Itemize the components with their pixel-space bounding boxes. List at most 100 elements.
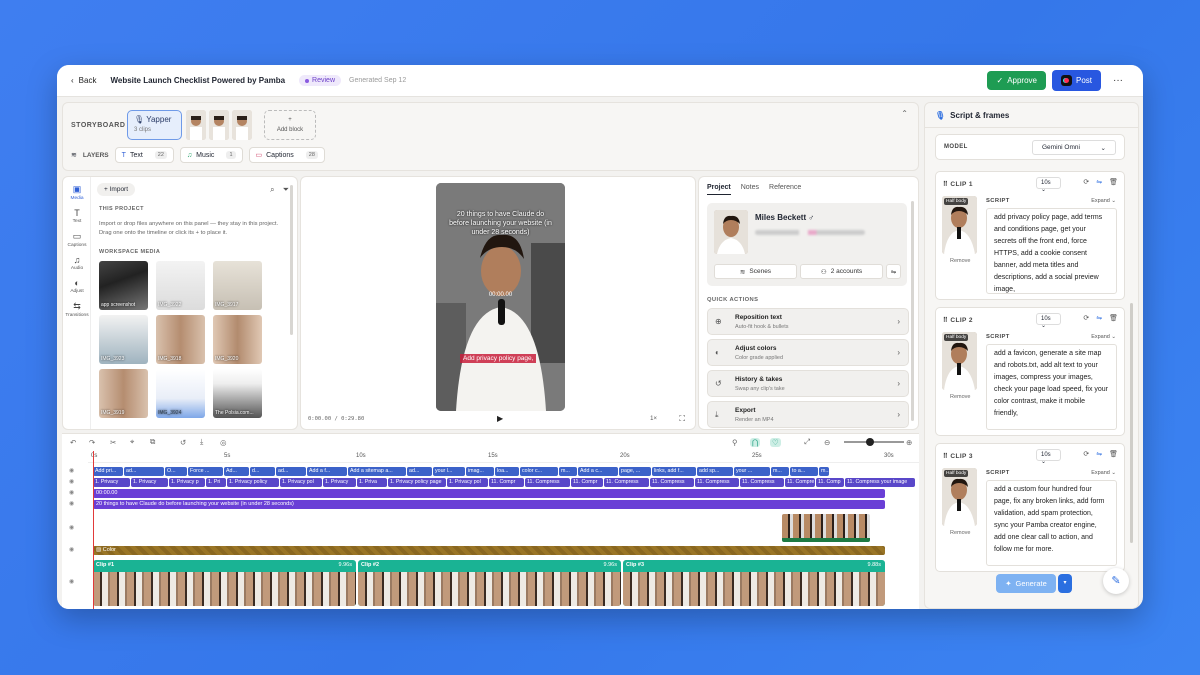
script-textarea[interactable]: add a favicon, generate a site map and r… bbox=[986, 344, 1117, 430]
drag-handle-icon[interactable]: ⠿ bbox=[943, 453, 948, 460]
caption-clip[interactable]: 1. Privacy bbox=[131, 478, 168, 487]
trash-icon[interactable]: 🗑 bbox=[1109, 314, 1118, 322]
marker-icon[interactable]: ⌖ bbox=[130, 437, 134, 447]
sliders-icon[interactable]: ⇋ bbox=[1096, 178, 1102, 186]
magnet-icon[interactable]: ⋂ bbox=[750, 437, 761, 447]
eye-icon[interactable]: ◉ bbox=[69, 578, 74, 585]
caption-clip[interactable]: 11. Compress bbox=[604, 478, 649, 487]
text-clip[interactable]: Add a f... bbox=[307, 467, 347, 476]
media-item[interactable]: IMG_3917 bbox=[213, 261, 262, 310]
tab-reference[interactable]: Reference bbox=[769, 184, 801, 195]
caption-clip[interactable]: 11. Compress bbox=[650, 478, 694, 487]
text-clip[interactable]: loa... bbox=[495, 467, 519, 476]
media-item[interactable]: IMG_3920 bbox=[213, 315, 262, 364]
text-clip[interactable]: Force ... bbox=[188, 467, 223, 476]
text-clip[interactable]: imag... bbox=[466, 467, 494, 476]
video-clip-2[interactable]: Clip #2 9.96s bbox=[358, 560, 621, 606]
add-block-button[interactable]: + Add block bbox=[264, 110, 316, 140]
rail-text[interactable]: T Text bbox=[63, 208, 91, 224]
text-clip[interactable]: Add a c... bbox=[578, 467, 618, 476]
clip-thumbnail[interactable] bbox=[186, 110, 206, 140]
refresh-icon[interactable]: ⟳ bbox=[1083, 178, 1089, 186]
collapse-icon[interactable]: ⌃ bbox=[901, 109, 908, 118]
quick-action-colors[interactable]: ◐ Adjust colors Color grade applied › bbox=[707, 339, 909, 366]
eye-icon[interactable]: ◉ bbox=[69, 478, 74, 485]
zoom-slider[interactable] bbox=[844, 441, 904, 443]
caption-clip[interactable]: 11. Compre bbox=[785, 478, 815, 487]
text-clip[interactable]: links, add f... bbox=[652, 467, 696, 476]
media-scrollbar[interactable] bbox=[290, 185, 293, 335]
text-clip[interactable]: Add a sitemap a... bbox=[348, 467, 406, 476]
caption-clip[interactable]: 1. Pri bbox=[206, 478, 226, 487]
more-menu-button[interactable]: ··· bbox=[1107, 75, 1129, 86]
title-bar[interactable]: 20 things to have Claude do before launc… bbox=[93, 500, 885, 509]
text-clip[interactable]: ad... bbox=[124, 467, 164, 476]
trash-icon[interactable]: 🗑 bbox=[1109, 178, 1118, 186]
refresh-icon[interactable]: ⟳ bbox=[1083, 450, 1089, 458]
rail-adjust[interactable]: ◐ Adjust bbox=[63, 278, 91, 294]
speed-control[interactable]: 1× bbox=[650, 416, 657, 422]
generate-button[interactable]: ✦ Generate bbox=[996, 574, 1056, 593]
search-icon[interactable]: ⌕ bbox=[270, 185, 274, 195]
media-item[interactable]: The Polsia.com... bbox=[213, 369, 262, 418]
eye-icon[interactable]: ◉ bbox=[69, 467, 74, 474]
layer-chip-captions[interactable]: ▭ Captions 28 bbox=[248, 147, 325, 163]
music-clip[interactable] bbox=[782, 514, 870, 542]
rail-captions[interactable]: ▭ Captions bbox=[63, 231, 91, 248]
feather-icon[interactable]: ✎ bbox=[1103, 568, 1129, 594]
caption-clip[interactable]: 11. Compress bbox=[740, 478, 784, 487]
crop-icon[interactable]: ⧉ bbox=[150, 437, 155, 447]
caption-clip[interactable]: 1. Privacy policy page bbox=[388, 478, 446, 487]
drag-handle-icon[interactable]: ⠿ bbox=[943, 181, 948, 188]
video-clip-1[interactable]: Clip #1 9.96s bbox=[93, 560, 356, 606]
scenes-button[interactable]: ≋ Scenes bbox=[714, 264, 797, 279]
drag-handle-icon[interactable]: ⠿ bbox=[943, 317, 948, 324]
caption-clip[interactable]: 11. Compress bbox=[695, 478, 739, 487]
remove-button[interactable]: Remove bbox=[950, 394, 970, 400]
text-clip[interactable]: O... bbox=[165, 467, 187, 476]
refresh-icon[interactable]: ⟳ bbox=[1083, 314, 1089, 322]
expand-button[interactable]: Expand ⌄ bbox=[1091, 198, 1116, 204]
sliders-icon[interactable]: ⇋ bbox=[1096, 450, 1102, 458]
text-clip[interactable]: color c... bbox=[520, 467, 558, 476]
playhead[interactable] bbox=[93, 451, 94, 609]
caption-clip[interactable]: 11. Compress bbox=[525, 478, 570, 487]
zoom-in-icon[interactable]: ⊕ bbox=[906, 438, 912, 447]
media-item[interactable]: IMG_3919 bbox=[99, 369, 148, 418]
caption-clip[interactable]: 11. Comp bbox=[816, 478, 844, 487]
script-textarea[interactable]: add privacy policy page, add terms and c… bbox=[986, 208, 1117, 294]
caption-clip[interactable]: 11. Compr bbox=[571, 478, 603, 487]
layer-chip-text[interactable]: T Text 22 bbox=[114, 147, 174, 163]
text-clip[interactable]: Ad... bbox=[224, 467, 249, 476]
video-canvas[interactable]: 20 things to have Claude do before launc… bbox=[436, 183, 565, 411]
text-clip[interactable]: m... bbox=[819, 467, 829, 476]
caption-clip[interactable]: 1. Privacy bbox=[93, 478, 130, 487]
fit-icon[interactable]: ⤢ bbox=[804, 437, 810, 447]
quick-action-reposition[interactable]: ⊕ Reposition text Auto-fit hook & bullets › bbox=[707, 308, 909, 335]
heart-icon[interactable]: ♡ bbox=[770, 437, 781, 447]
duration-select[interactable]: 10s ⌄ bbox=[1036, 177, 1061, 193]
approve-button[interactable]: ✓ Approve bbox=[987, 71, 1046, 90]
download-icon[interactable]: ⤓ bbox=[200, 437, 203, 447]
text-clip[interactable]: ad... bbox=[407, 467, 432, 476]
clip-thumbnail[interactable] bbox=[232, 110, 252, 140]
play-icon[interactable]: ▶ bbox=[497, 414, 503, 423]
text-clip[interactable]: m... bbox=[771, 467, 789, 476]
media-item[interactable]: IMG_3924 bbox=[156, 369, 205, 418]
caption-clip[interactable]: 1. Privacy policy bbox=[227, 478, 279, 487]
sliders-icon[interactable]: ⇋ bbox=[1096, 314, 1102, 322]
text-clip[interactable]: d... bbox=[250, 467, 275, 476]
caption-clip[interactable]: 1. Privacy pol bbox=[280, 478, 322, 487]
filter-icon[interactable]: ⏷ bbox=[283, 185, 289, 195]
rail-audio[interactable]: ♫ Audio bbox=[63, 255, 91, 271]
quick-action-export[interactable]: ⤓ Export Render an MP4 › bbox=[707, 401, 909, 428]
video-clip-3[interactable]: Clip #3 9.88s bbox=[623, 560, 885, 606]
text-clip[interactable]: page, ... bbox=[619, 467, 651, 476]
rail-media[interactable]: ▣ Media bbox=[63, 184, 91, 201]
generate-options-button[interactable]: ▾ bbox=[1058, 574, 1072, 593]
quick-action-history[interactable]: ↺ History & takes Swap any clip's take › bbox=[707, 370, 909, 397]
back-button[interactable]: ‹ Back bbox=[71, 76, 96, 85]
remove-button[interactable]: Remove bbox=[950, 530, 970, 536]
rail-transitions[interactable]: ⇆ Transitions bbox=[63, 301, 91, 318]
eye-icon[interactable]: ◉ bbox=[69, 489, 74, 496]
